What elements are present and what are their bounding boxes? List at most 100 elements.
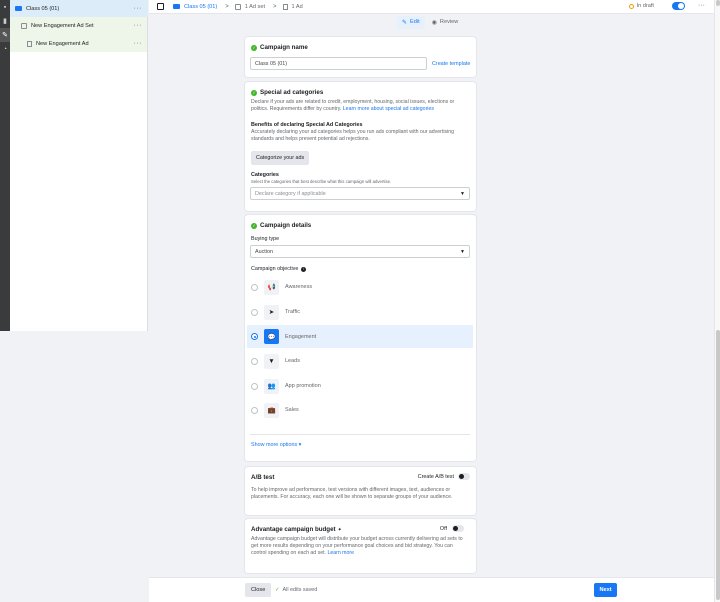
scrollbar-thumb-top[interactable]: [716, 0, 720, 6]
tree-item-ad-set[interactable]: New Engagement Ad Set ···: [10, 17, 148, 34]
save-status-label: All edits saved: [282, 587, 318, 593]
draft-status-icon: [628, 3, 634, 9]
scrollbar-thumb[interactable]: [716, 330, 720, 600]
home-icon[interactable]: ▪: [0, 0, 10, 14]
rail-indicator: [0, 183, 5, 188]
radio-button[interactable]: [251, 283, 258, 291]
grid-icon: [234, 3, 241, 10]
radio-button[interactable]: [251, 406, 258, 414]
buying-type-value: Auction: [255, 248, 273, 255]
show-more-options-link[interactable]: Show more options ▾: [251, 442, 301, 448]
chart-icon[interactable]: ▮: [0, 14, 10, 28]
tree-item-label: New Engagement Ad: [36, 40, 89, 47]
objective-label: Leads: [285, 358, 300, 364]
tree-item-label: Class 05 (01): [26, 5, 60, 12]
card-title: ✓ Campaign details: [251, 222, 311, 229]
more-icon[interactable]: ···: [134, 22, 143, 29]
breadcrumb-ad-set[interactable]: 1 Ad set: [234, 3, 265, 10]
tree-item-label: New Engagement Ad Set: [31, 22, 94, 29]
breadcrumb-campaign[interactable]: Class 05 (01): [173, 4, 217, 10]
pencil-icon: ✎: [402, 19, 408, 26]
categorize-ads-button[interactable]: Categorize your ads: [251, 151, 310, 165]
more-icon[interactable]: ···: [134, 40, 143, 47]
panel-toggle-icon[interactable]: [157, 3, 164, 10]
mode-switch: ✎ Edit ◉ Review: [397, 15, 465, 29]
objective-label: Awareness: [285, 284, 313, 290]
tab-label: Edit: [410, 19, 420, 25]
objective-label: Traffic: [285, 309, 300, 315]
check-icon: ✓: [251, 222, 257, 229]
card-title-label: Campaign name: [260, 44, 308, 51]
briefcase-icon: 💼: [264, 402, 279, 418]
ab-test-toggle[interactable]: [458, 473, 470, 480]
campaign-name-card: ✓ Campaign name Class 05 (01) Create tem…: [245, 37, 476, 77]
publish-toggle[interactable]: [672, 2, 685, 10]
divider: [250, 434, 470, 435]
radio-button[interactable]: [251, 308, 258, 316]
card-title: ✓ Campaign name: [251, 44, 308, 51]
radio-button-selected[interactable]: [251, 333, 258, 340]
ab-test-toggle-label: Create A/B test: [417, 473, 454, 480]
objective-engagement[interactable]: 💬 Engagement: [247, 325, 473, 348]
benefits-title: Benefits of declaring Special Ad Categor…: [251, 122, 363, 128]
categories-hint: Select the categories that best describe…: [251, 179, 392, 184]
budget-toggle-group: Off: [440, 525, 464, 532]
footer-bar: Close ✓ All edits saved Next: [149, 577, 714, 602]
clock-icon[interactable]: ◔: [0, 42, 10, 56]
objective-traffic[interactable]: ➤ Traffic: [247, 301, 473, 323]
tab-review[interactable]: ◉ Review: [427, 16, 464, 29]
left-rail: ▪ ▮ ✎ ◔: [0, 0, 10, 331]
budget-toggle[interactable]: [452, 525, 464, 532]
check-icon: ✓: [251, 44, 257, 51]
create-template-link[interactable]: Create template: [432, 61, 470, 67]
breadcrumb-label: Class 05 (01): [184, 3, 218, 10]
more-icon[interactable]: ···: [698, 2, 705, 9]
buying-type-select[interactable]: Auction ▼: [250, 245, 470, 258]
budget-description: Advantage campaign budget will distribut…: [251, 536, 469, 557]
objective-label: Engagement: [285, 333, 317, 340]
campaign-name-input[interactable]: Class 05 (01): [250, 57, 427, 70]
special-ad-description: Declare if your ads are related to credi…: [251, 99, 469, 113]
breadcrumb-label: 1 Ad: [291, 3, 303, 10]
objective-awareness[interactable]: 📢 Awareness: [247, 276, 473, 298]
caret-down-icon: ▼: [460, 248, 465, 255]
campaign-name-value: Class 05 (01): [255, 60, 288, 67]
special-ad-categories-card: ✓ Special ad categories Declare if your …: [245, 82, 476, 211]
breadcrumb-ad[interactable]: 1 Ad: [282, 3, 303, 10]
folder-icon: [173, 4, 180, 9]
breadcrumb-label: 1 Ad set: [244, 3, 265, 10]
radio-button[interactable]: [251, 382, 258, 390]
objective-sales[interactable]: 💼 Sales: [247, 399, 473, 421]
learn-more-link[interactable]: Learn more about special ad categories: [343, 106, 434, 112]
info-icon[interactable]: i: [301, 266, 307, 272]
card-title-label: Campaign details: [260, 222, 312, 229]
pencil-icon[interactable]: ✎: [0, 28, 10, 42]
budget-toggle-label: Off: [439, 525, 447, 532]
scrollbar[interactable]: [714, 0, 720, 602]
tab-edit[interactable]: ✎ Edit: [397, 15, 425, 29]
chat-icon: 💬: [264, 329, 279, 344]
objective-label: Sales: [285, 407, 299, 413]
objective-leads[interactable]: ▼ Leads: [247, 350, 473, 372]
categories-placeholder: Declare category if applicable: [255, 190, 326, 197]
grid-icon: [21, 22, 27, 29]
doc-icon: [27, 40, 32, 47]
close-button[interactable]: Close: [245, 583, 272, 597]
tree-item-ad[interactable]: New Engagement Ad ···: [10, 35, 148, 52]
categories-label: Categories: [251, 172, 279, 178]
check-icon: ✓: [251, 89, 257, 96]
card-title: ✓ Special ad categories: [251, 89, 323, 96]
tree-item-campaign[interactable]: Class 05 (01) ···: [10, 0, 148, 17]
campaign-tree-empty-area: [10, 52, 148, 331]
next-button[interactable]: Next: [594, 583, 617, 597]
folder-icon: [15, 6, 22, 11]
learn-more-link[interactable]: Learn more: [327, 550, 354, 556]
more-icon[interactable]: ···: [134, 5, 143, 12]
objective-app-promotion[interactable]: 👥 App promotion: [247, 375, 473, 397]
radio-button[interactable]: [251, 357, 258, 365]
objective-label-text: Campaign objective: [251, 266, 299, 272]
categories-select[interactable]: Declare category if applicable ▼: [250, 187, 470, 200]
card-title: A/B test: [251, 474, 275, 481]
eye-icon: ◉: [431, 19, 437, 26]
ab-test-toggle-group: Create A/B test: [418, 473, 470, 480]
